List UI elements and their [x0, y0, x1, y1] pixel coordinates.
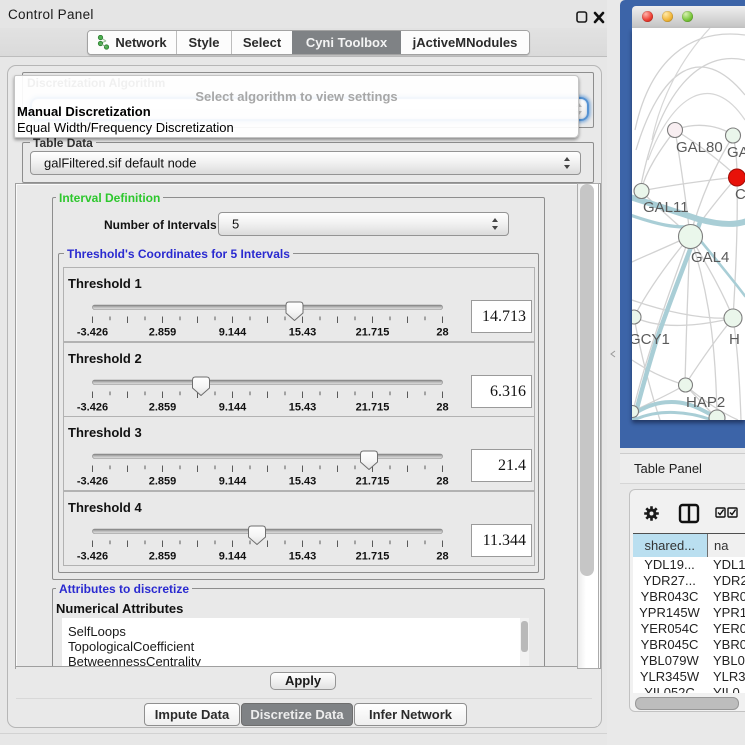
svg-text:-3.426: -3.426: [77, 550, 108, 562]
svg-text:-3.426: -3.426: [77, 401, 108, 413]
svg-text:GAL4: GAL4: [691, 249, 729, 266]
svg-text:9.144: 9.144: [219, 550, 247, 562]
svg-text:2.859: 2.859: [149, 550, 177, 562]
svg-text:-3.426: -3.426: [77, 476, 108, 488]
svg-text:2.859: 2.859: [149, 327, 177, 339]
svg-text:15.43: 15.43: [289, 550, 317, 562]
svg-text:28: 28: [436, 401, 448, 413]
svg-text:21.715: 21.715: [356, 550, 390, 562]
svg-text:2.859: 2.859: [149, 476, 177, 488]
svg-text:28: 28: [436, 327, 448, 339]
svg-text:GCY1: GCY1: [632, 331, 670, 348]
svg-text:H: H: [729, 331, 740, 348]
svg-text:21.715: 21.715: [356, 327, 390, 339]
svg-text:9.144: 9.144: [219, 327, 247, 339]
svg-text:15.43: 15.43: [289, 401, 317, 413]
svg-text:28: 28: [436, 476, 448, 488]
svg-text:21.715: 21.715: [356, 401, 390, 413]
svg-text:HAP2: HAP2: [686, 394, 725, 411]
svg-text:9.144: 9.144: [219, 476, 247, 488]
svg-text:21.715: 21.715: [356, 476, 390, 488]
svg-text:GAL80: GAL80: [676, 139, 723, 156]
svg-text:15.43: 15.43: [289, 476, 317, 488]
svg-text:GA: GA: [727, 144, 745, 161]
svg-text:28: 28: [436, 550, 448, 562]
svg-text:2.859: 2.859: [149, 401, 177, 413]
svg-text:-3.426: -3.426: [77, 327, 108, 339]
svg-text:GAL11: GAL11: [643, 199, 689, 216]
svg-text:C: C: [735, 186, 745, 203]
svg-text:15.43: 15.43: [289, 327, 317, 339]
svg-text:9.144: 9.144: [219, 401, 247, 413]
